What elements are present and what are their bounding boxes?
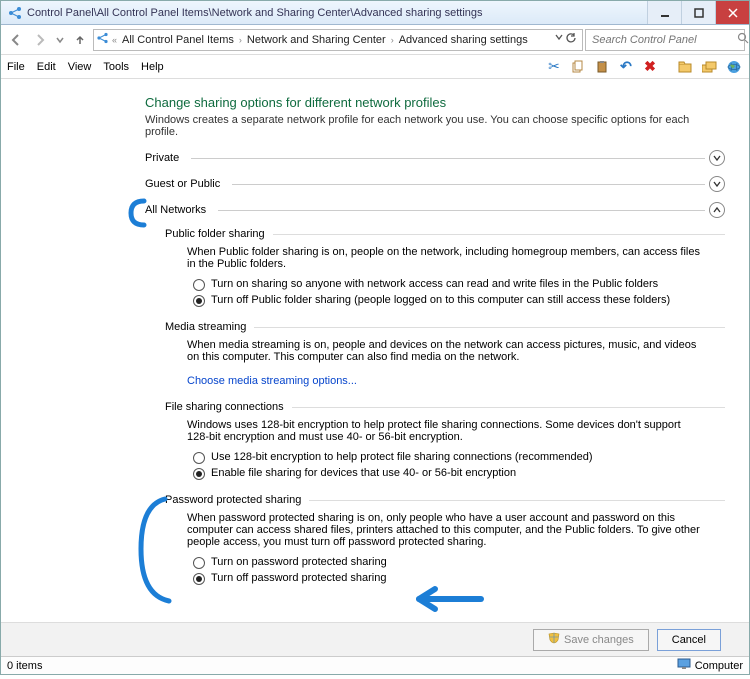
section-all-networks[interactable]: All Networks [145, 202, 725, 218]
save-changes-button[interactable]: Save changes [533, 629, 649, 651]
breadcrumb-item[interactable]: Network and Sharing Center [244, 34, 389, 46]
status-bar: 0 items Computer [1, 656, 749, 674]
subsection-desc: Windows uses 128-bit encryption to help … [187, 419, 725, 443]
menu-tools[interactable]: Tools [103, 61, 129, 73]
folder-copy-icon[interactable] [701, 58, 719, 76]
app-icon [7, 5, 23, 21]
title-bar: Control Panel\All Control Panel Items\Ne… [1, 1, 749, 25]
expand-icon[interactable] [709, 150, 725, 166]
refresh-button[interactable] [565, 32, 577, 47]
copy-icon[interactable] [569, 58, 587, 76]
radio-pps-on[interactable]: Turn on password protected sharing [193, 556, 725, 569]
subsection-desc: When password protected sharing is on, o… [187, 512, 725, 548]
recent-dropdown[interactable] [53, 29, 67, 51]
page-heading: Change sharing options for different net… [145, 95, 725, 110]
subsection-password-sharing: Password protected sharing When password… [165, 494, 725, 585]
radio-fsc-40-56[interactable]: Enable file sharing for devices that use… [193, 467, 725, 480]
collapse-icon[interactable] [709, 202, 725, 218]
radio-pfs-off[interactable]: Turn off Public folder sharing (people l… [193, 294, 725, 307]
breadcrumb-item[interactable]: All Control Panel Items [119, 34, 237, 46]
section-guest[interactable]: Guest or Public [145, 176, 725, 192]
delete-icon[interactable]: ✖ [641, 58, 659, 76]
menu-help[interactable]: Help [141, 61, 164, 73]
chevron-icon: « [110, 35, 119, 45]
menu-bar: File Edit View Tools Help ✂ ↶ ✖ [1, 55, 749, 79]
search-box[interactable] [585, 29, 745, 51]
section-private[interactable]: Private [145, 150, 725, 166]
folder-new-icon[interactable] [677, 58, 695, 76]
subsection-desc: When media streaming is on, people and d… [187, 339, 725, 363]
breadcrumb-item[interactable]: Advanced sharing settings [396, 34, 531, 46]
subsection-media-streaming: Media streaming When media streaming is … [165, 321, 725, 387]
menu-edit[interactable]: Edit [37, 61, 56, 73]
navigation-bar: « All Control Panel Items › Network and … [1, 25, 749, 55]
cancel-button[interactable]: Cancel [657, 629, 721, 651]
subsection-title: Public folder sharing [165, 228, 273, 240]
shield-icon [548, 632, 560, 647]
page-description: Windows creates a separate network profi… [145, 114, 725, 138]
window-title: Control Panel\All Control Panel Items\Ne… [27, 7, 647, 19]
link-media-options[interactable]: Choose media streaming options... [187, 375, 357, 387]
up-button[interactable] [69, 29, 91, 51]
section-label: All Networks [145, 204, 214, 216]
search-icon [737, 32, 749, 47]
computer-icon [677, 658, 691, 673]
menu-file[interactable]: File [7, 61, 25, 73]
chevron-right-icon: › [237, 35, 244, 45]
cut-icon[interactable]: ✂ [545, 58, 563, 76]
minimize-button[interactable] [647, 1, 681, 24]
undo-icon[interactable]: ↶ [617, 58, 635, 76]
address-bar[interactable]: « All Control Panel Items › Network and … [93, 29, 583, 51]
subsection-public-folder-sharing: Public folder sharing When Public folder… [165, 228, 725, 307]
radio-fsc-128[interactable]: Use 128-bit encryption to help protect f… [193, 451, 725, 464]
radio-pps-off[interactable]: Turn off password protected sharing [193, 572, 725, 585]
chevron-right-icon: › [389, 35, 396, 45]
location-icon [96, 31, 110, 48]
subsection-file-sharing-conn: File sharing connections Windows uses 12… [165, 401, 725, 480]
search-input[interactable] [590, 33, 737, 47]
subsection-title: Media streaming [165, 321, 254, 333]
maximize-button[interactable] [681, 1, 715, 24]
radio-pfs-on[interactable]: Turn on sharing so anyone with network a… [193, 278, 725, 291]
globe-icon[interactable] [725, 58, 743, 76]
subsection-desc: When Public folder sharing is on, people… [187, 246, 725, 270]
status-right: Computer [695, 660, 743, 672]
close-button[interactable] [715, 1, 749, 24]
section-label: Private [145, 152, 187, 164]
section-label: Guest or Public [145, 178, 228, 190]
button-bar: Save changes Cancel [1, 622, 749, 656]
subsection-title: File sharing connections [165, 401, 292, 413]
content-area: Change sharing options for different net… [1, 79, 749, 634]
paste-icon[interactable] [593, 58, 611, 76]
back-button[interactable] [5, 29, 27, 51]
subsection-title: Password protected sharing [165, 494, 309, 506]
addr-dropdown[interactable] [555, 32, 563, 47]
status-item-count: 0 items [7, 660, 42, 672]
expand-icon[interactable] [709, 176, 725, 192]
menu-view[interactable]: View [68, 61, 92, 73]
forward-button[interactable] [29, 29, 51, 51]
